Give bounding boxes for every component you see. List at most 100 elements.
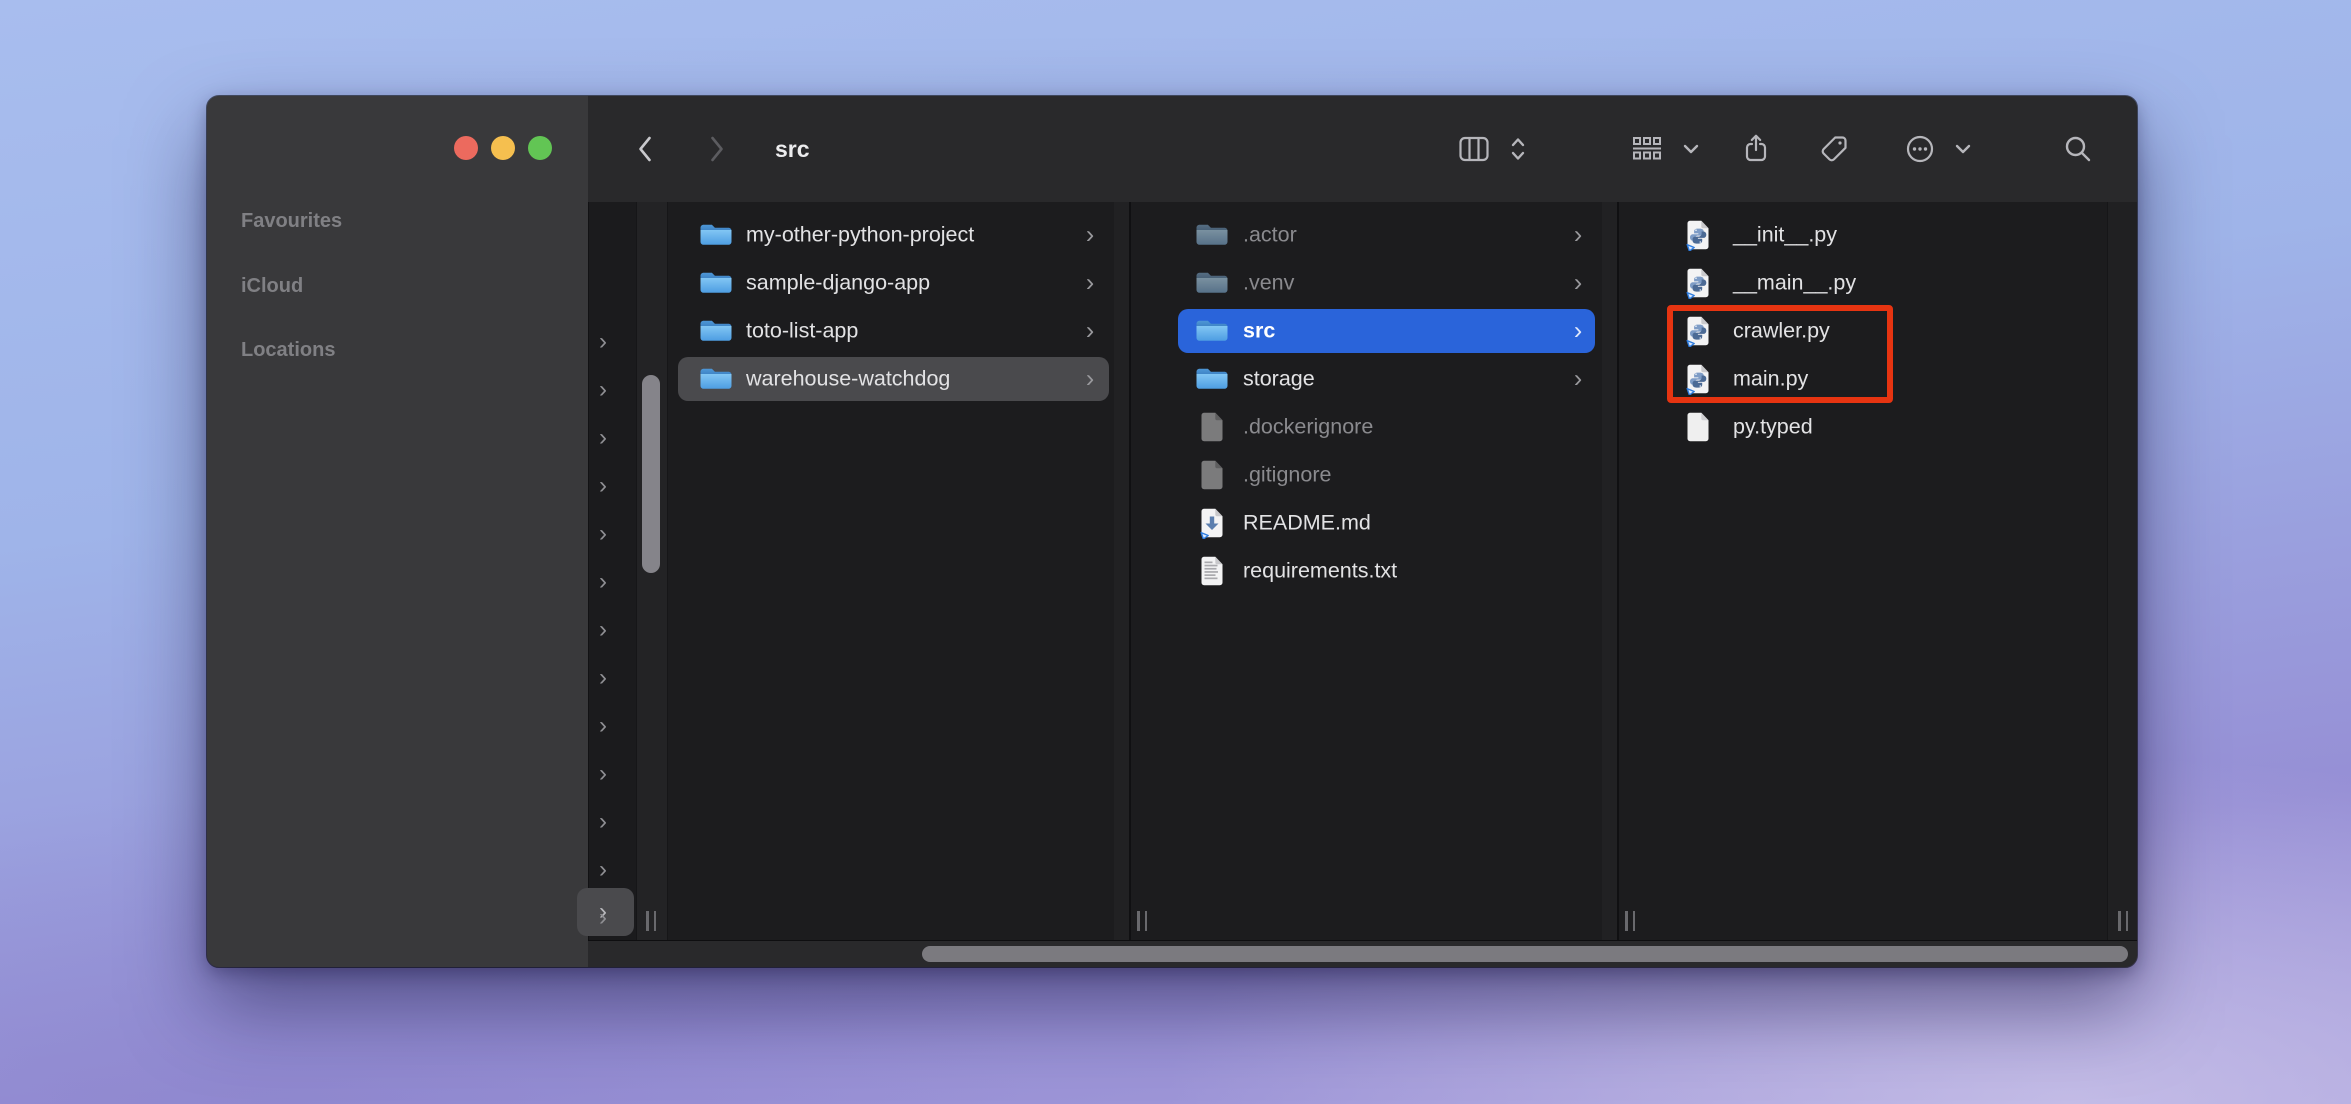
- search-button[interactable]: [2064, 135, 2092, 163]
- hidden-column-row-chevron: ›: [599, 328, 607, 356]
- hidden-column-row-chevron: ›: [599, 616, 607, 644]
- chevron-right-icon: ›: [1086, 317, 1094, 346]
- view-stepper-icon[interactable]: [1510, 136, 1526, 162]
- plain-document-icon: [1685, 411, 1711, 443]
- file-name: sample-django-app: [746, 271, 930, 296]
- file-name: storage: [1243, 367, 1315, 392]
- chevron-right-icon: ›: [1086, 269, 1094, 298]
- hidden-column-row-chevron: ›: [599, 376, 607, 404]
- column-view-content: › › › › › › › › › › › › › › › my-other-python-project…: [588, 202, 2137, 941]
- chevron-right-icon: ›: [1574, 269, 1582, 298]
- vertical-scrollbar-track[interactable]: [636, 202, 668, 941]
- horizontal-scrollbar-track[interactable]: [588, 940, 2137, 967]
- file-row[interactable]: storage ›: [1131, 355, 1617, 403]
- folder-icon: [1195, 221, 1229, 249]
- hidden-column-row-chevron: ›: [599, 520, 607, 548]
- chevron-down-icon: [1683, 144, 1699, 154]
- file-row[interactable]: my-other-python-project ›: [666, 211, 1129, 259]
- python-file-icon: [1685, 363, 1711, 395]
- column-src: __init__.py __main__.py crawler.py main.…: [1619, 202, 2107, 941]
- toolbar: src: [588, 96, 2137, 203]
- hidden-column-row-chevron: ›: [599, 904, 607, 932]
- folder-icon: [1195, 365, 1229, 393]
- column-resize-handle[interactable]: [1135, 911, 1149, 931]
- sidebar: Favourites iCloud Locations: [207, 96, 588, 967]
- finder-window: Favourites iCloud Locations src › ››››››…: [207, 96, 2137, 967]
- zoom-window-button[interactable]: [528, 136, 552, 160]
- file-name: warehouse-watchdog: [746, 367, 950, 392]
- column-resize-handle[interactable]: [2116, 911, 2130, 931]
- file-name: .dockerignore: [1243, 415, 1373, 440]
- hidden-column-row-chevron: ›: [599, 472, 607, 500]
- file-row-selected[interactable]: src ›: [1131, 307, 1617, 355]
- column-resize-handle[interactable]: [644, 911, 658, 931]
- group-items-button[interactable]: [1632, 136, 1662, 162]
- file-row-selected[interactable]: warehouse-watchdog ›: [666, 355, 1129, 403]
- python-file-icon: [1685, 315, 1711, 347]
- file-row[interactable]: __init__.py: [1619, 211, 2107, 259]
- file-row[interactable]: README.md: [1131, 499, 1617, 547]
- file-name: main.py: [1733, 367, 1808, 392]
- text-file-icon: [1199, 555, 1225, 587]
- hidden-column-row-chevron: ›: [599, 712, 607, 740]
- file-name: requirements.txt: [1243, 559, 1397, 584]
- file-name: src: [1243, 319, 1275, 344]
- column-warehouse-watchdog: .actor › .venv › src ›: [1131, 202, 1617, 941]
- hidden-column-strip: › ››››››››››››››: [589, 202, 636, 941]
- python-file-icon: [1685, 267, 1711, 299]
- tag-button[interactable]: [1820, 135, 1848, 163]
- column-resize-handle[interactable]: [1623, 911, 1637, 931]
- file-row[interactable]: .gitignore: [1131, 451, 1617, 499]
- share-button[interactable]: [1743, 134, 1769, 164]
- column-projects: my-other-python-project › sample-django-…: [666, 202, 1129, 941]
- folder-icon: [1195, 317, 1229, 345]
- markdown-file-icon: [1199, 507, 1225, 539]
- hidden-column-row-chevron: ›: [599, 808, 607, 836]
- file-name: README.md: [1243, 511, 1371, 536]
- sidebar-section-icloud: iCloud: [241, 275, 303, 298]
- file-name: py.typed: [1733, 415, 1813, 440]
- chevron-right-icon: ›: [1574, 365, 1582, 394]
- chevron-right-icon: ›: [1574, 317, 1582, 346]
- back-button[interactable]: [635, 134, 655, 164]
- chevron-down-icon: [1955, 144, 1971, 154]
- file-name: __init__.py: [1733, 223, 1837, 248]
- forward-button[interactable]: [707, 134, 727, 164]
- file-row[interactable]: py.typed: [1619, 403, 2107, 451]
- file-row[interactable]: .actor ›: [1131, 211, 1617, 259]
- hidden-column-row-chevron: ›: [599, 856, 607, 884]
- folder-icon: [699, 269, 733, 297]
- horizontal-scrollbar-thumb[interactable]: [922, 946, 2128, 962]
- column-scrollbar-lane: [1602, 202, 1617, 941]
- file-row[interactable]: crawler.py: [1619, 307, 2107, 355]
- hidden-column-row-chevron: ›: [599, 424, 607, 452]
- document-icon: [1199, 459, 1225, 491]
- file-row[interactable]: .venv ›: [1131, 259, 1617, 307]
- python-file-icon: [1685, 219, 1711, 251]
- file-row[interactable]: __main__.py: [1619, 259, 2107, 307]
- hidden-column-row-chevron: ›: [599, 760, 607, 788]
- column-scrollbar-lane: [1114, 202, 1129, 941]
- sidebar-section-locations: Locations: [241, 339, 335, 362]
- sidebar-section-favourites: Favourites: [241, 210, 342, 233]
- file-row[interactable]: main.py: [1619, 355, 2107, 403]
- folder-icon: [699, 317, 733, 345]
- folder-icon: [1195, 269, 1229, 297]
- file-row[interactable]: sample-django-app ›: [666, 259, 1129, 307]
- file-row[interactable]: toto-list-app ›: [666, 307, 1129, 355]
- window-title: src: [775, 96, 810, 202]
- file-name: .actor: [1243, 223, 1297, 248]
- hidden-column-row-chevron: ›: [599, 568, 607, 596]
- chevron-right-icon: ›: [1086, 365, 1094, 394]
- file-row[interactable]: .dockerignore: [1131, 403, 1617, 451]
- more-actions-button[interactable]: [1906, 135, 1934, 163]
- column-scrollbar-lane: [2107, 202, 2137, 941]
- column-view-button[interactable]: [1459, 136, 1489, 162]
- file-name: toto-list-app: [746, 319, 858, 344]
- file-row[interactable]: requirements.txt: [1131, 547, 1617, 595]
- close-window-button[interactable]: [454, 136, 478, 160]
- vertical-scrollbar-thumb[interactable]: [642, 375, 660, 573]
- hidden-column-row-chevron: ›: [599, 664, 607, 692]
- folder-icon: [699, 365, 733, 393]
- minimize-window-button[interactable]: [491, 136, 515, 160]
